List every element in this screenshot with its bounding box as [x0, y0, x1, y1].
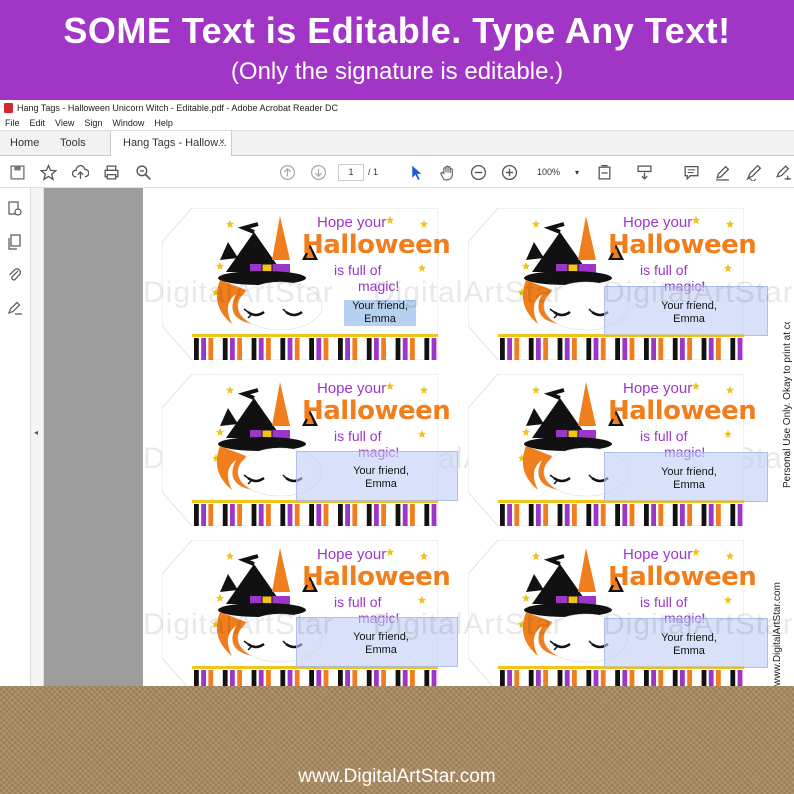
- side-usage-text: Personal Use Only. Okay to print at copy…: [782, 322, 792, 488]
- select-cursor-icon[interactable]: [408, 164, 425, 181]
- tag-hope-text: Hope your: [317, 214, 387, 231]
- close-icon[interactable]: ×: [219, 137, 225, 148]
- zoom-search-icon[interactable]: [135, 164, 152, 181]
- menu-bar: File Edit View Sign Window Help: [0, 116, 794, 130]
- watermark-text: DigitalArtStar: [143, 608, 334, 641]
- bookmark-star-icon[interactable]: [40, 164, 57, 181]
- promo-banner: SOME Text is Editable. Type Any Text! (O…: [0, 0, 794, 100]
- side-usage: Personal Use Only. Okay to print at copy…: [782, 322, 792, 488]
- tag-hope-text: Hope your: [623, 546, 693, 563]
- tag-halloween-text: Halloween: [608, 230, 757, 260]
- tag-full-text: is full of: [640, 428, 688, 444]
- tab-home[interactable]: Home: [10, 137, 39, 149]
- zoom-select[interactable]: 100% ▾: [533, 164, 581, 181]
- signature-line-2: Emma: [365, 478, 397, 490]
- fill-sign-icon[interactable]: [775, 164, 792, 181]
- signature-line-1: Your friend,: [353, 465, 409, 477]
- tag-hope-text: Hope your: [317, 380, 387, 397]
- banner-subtitle: (Only the signature is editable.): [230, 58, 564, 85]
- signature-line-2: Emma: [364, 313, 396, 325]
- document-background: [44, 188, 143, 686]
- copy-pages-icon[interactable]: [6, 233, 24, 251]
- highlight-pen-icon[interactable]: [714, 164, 731, 181]
- toolbar: 1 / 1 100% ▾: [0, 156, 794, 188]
- attachment-icon[interactable]: [6, 266, 24, 284]
- collapse-arrow-icon: ◂: [34, 428, 39, 437]
- menu-window[interactable]: Window: [112, 118, 144, 128]
- banner-title: SOME Text is Editable. Type Any Text!: [63, 10, 731, 51]
- signature-text[interactable]: Your friend, Emma: [624, 466, 754, 492]
- tag-hope-text: Hope your: [623, 214, 693, 231]
- watermark-text: DigitalArtStar: [603, 608, 794, 641]
- tab-document-label: Hang Tags - Hallow...: [123, 137, 227, 149]
- hand-icon[interactable]: [439, 164, 456, 181]
- signature-line-1: Your friend,: [661, 466, 717, 478]
- menu-view[interactable]: View: [55, 118, 74, 128]
- zoom-value: 100%: [537, 167, 561, 177]
- tag-halloween-text: Halloween: [302, 562, 451, 592]
- tag-full-text: is full of: [334, 428, 382, 444]
- tab-tools[interactable]: Tools: [60, 137, 86, 149]
- watermark-text: DigitalArtStar: [373, 608, 564, 641]
- sign-icon[interactable]: [745, 164, 762, 181]
- footer-url: www.DigitalArtStar.com: [298, 766, 496, 787]
- tag-halloween-text: Halloween: [608, 396, 757, 426]
- fit-page-icon[interactable]: [596, 164, 613, 181]
- comment-icon[interactable]: [683, 164, 700, 181]
- page-up-icon[interactable]: [279, 164, 296, 181]
- menu-edit[interactable]: Edit: [30, 118, 46, 128]
- menu-help[interactable]: Help: [154, 118, 173, 128]
- left-pane-collapse-handle[interactable]: ◂: [31, 188, 44, 686]
- page-thumbnails-icon[interactable]: [6, 200, 24, 218]
- chevron-down-icon: ▾: [574, 168, 579, 177]
- signature-line-2: Emma: [365, 644, 397, 656]
- wood-footer: www.DigitalArtStar.com: [0, 686, 794, 794]
- menu-file[interactable]: File: [5, 118, 20, 128]
- tag-hope-text: Hope your: [317, 546, 387, 563]
- tag-halloween-text: Halloween: [608, 562, 757, 592]
- signature-text[interactable]: Your friend, Emma: [316, 465, 446, 491]
- side-url: www.DigitalArtStar.com: [772, 582, 783, 686]
- tag-hope-text: Hope your: [623, 380, 693, 397]
- signature-line-2: Emma: [673, 645, 705, 657]
- scroll-mode-icon[interactable]: [636, 164, 653, 181]
- watermark-text: DigitalArtStar: [603, 276, 794, 309]
- upload-cloud-icon[interactable]: [72, 164, 89, 181]
- watermark-text: DigitalArtStar: [373, 276, 564, 309]
- tab-document[interactable]: Hang Tags - Hallow... ×: [110, 131, 232, 157]
- signature-panel-icon[interactable]: [6, 299, 24, 317]
- signature-line-2: Emma: [673, 479, 705, 491]
- zoom-in-icon[interactable]: [501, 164, 518, 181]
- save-icon[interactable]: [9, 164, 26, 181]
- side-text-strip: www.DigitalArtStar.com Personal Use Only…: [772, 322, 792, 686]
- window-titlebar: Hang Tags - Halloween Unicorn Witch - Ed…: [0, 100, 794, 116]
- signature-line-2: Emma: [673, 313, 705, 325]
- print-icon[interactable]: [103, 164, 120, 181]
- page-number-input[interactable]: 1: [338, 164, 364, 181]
- zoom-out-icon[interactable]: [470, 164, 487, 181]
- tag-halloween-text: Halloween: [302, 396, 451, 426]
- pdf-logo-icon: [4, 103, 13, 113]
- left-navigation-pane: [0, 188, 31, 686]
- window-title: Hang Tags - Halloween Unicorn Witch - Ed…: [17, 103, 338, 113]
- page-down-icon[interactable]: [310, 164, 327, 181]
- hang-tag: Hope your Halloween is full of magic! Yo…: [162, 374, 458, 526]
- hang-tag: Hope your Halloween is full of magic! Yo…: [468, 374, 768, 526]
- tab-bar: Home Tools Hang Tags - Hallow... ×: [0, 130, 794, 157]
- watermark-text: DigitalArtStar: [143, 276, 334, 309]
- page-total: / 1: [368, 167, 379, 177]
- pdf-page: DigitalArtStar DigitalArtStar DigitalArt…: [143, 188, 794, 686]
- tag-halloween-text: Halloween: [302, 230, 451, 260]
- menu-sign[interactable]: Sign: [84, 118, 102, 128]
